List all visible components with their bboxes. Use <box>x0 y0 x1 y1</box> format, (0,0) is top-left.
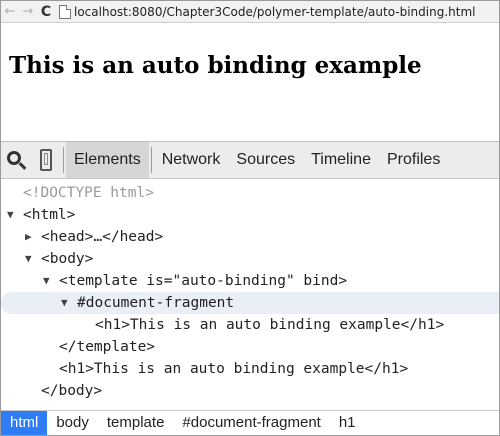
tree-row-html[interactable]: ▼ <html> <box>1 204 499 226</box>
page-viewport: This is an auto binding example <box>1 24 499 141</box>
search-icon[interactable] <box>1 142 31 178</box>
tree-node-label: <head>…</head> <box>41 229 164 245</box>
breadcrumb-document-fragment[interactable]: #document-fragment <box>173 411 329 435</box>
tab-network[interactable]: Network <box>154 142 229 178</box>
tree-node-label: <template is="auto-binding" bind> <box>59 273 348 289</box>
tree-node-label: <h1>This is an auto binding example</h1> <box>59 361 409 377</box>
tree-node-label: </template> <box>59 339 156 355</box>
expanded-triangle-icon[interactable]: ▼ <box>43 270 50 292</box>
tree-row-head[interactable]: ▶ <head>…</head> <box>1 226 499 248</box>
tree-node-label: #document-fragment <box>77 295 235 311</box>
url-field[interactable]: localhost:8080/Chapter3Code/polymer-temp… <box>74 5 475 19</box>
toolbar-divider <box>150 147 152 173</box>
tree-node-label: <body> <box>41 251 94 267</box>
tree-row-doctype[interactable]: <!DOCTYPE html> <box>1 182 499 204</box>
breadcrumb-html[interactable]: html <box>1 411 48 435</box>
tab-timeline[interactable]: Timeline <box>303 142 379 178</box>
tree-node-label: <html> <box>23 207 76 223</box>
tree-row-document-fragment[interactable]: ▼ #document-fragment <box>1 292 499 314</box>
tree-row-h1-inner[interactable]: <h1>This is an auto binding example</h1> <box>1 314 499 336</box>
reload-icon[interactable]: C <box>37 2 55 22</box>
breadcrumb-h1[interactable]: h1 <box>330 411 365 435</box>
breadcrumb: html body template #document-fragment h1 <box>1 410 499 435</box>
forward-arrow-icon[interactable]: → <box>19 2 37 22</box>
tab-elements[interactable]: Elements <box>66 142 149 178</box>
tree-row-body-close[interactable]: </body> <box>1 380 499 402</box>
expanded-triangle-icon[interactable]: ▼ <box>7 204 14 226</box>
address-bar: ← → C localhost:8080/Chapter3Code/polyme… <box>1 1 499 23</box>
tree-node-label: </body> <box>41 383 103 399</box>
expanded-triangle-icon[interactable]: ▼ <box>61 292 68 314</box>
tree-node-label: <h1>This is an auto binding example</h1> <box>95 317 445 333</box>
tree-row-template[interactable]: ▼ <template is="auto-binding" bind> <box>1 270 499 292</box>
breadcrumb-template[interactable]: template <box>98 411 174 435</box>
expanded-triangle-icon[interactable]: ▼ <box>25 248 32 270</box>
device-mode-icon[interactable] <box>31 142 61 178</box>
tab-profiles[interactable]: Profiles <box>379 142 448 178</box>
tree-row-h1[interactable]: <h1>This is an auto binding example</h1> <box>1 358 499 380</box>
tab-sources[interactable]: Sources <box>228 142 303 178</box>
tree-row-template-close[interactable]: </template> <box>1 336 499 358</box>
breadcrumb-body[interactable]: body <box>47 411 98 435</box>
toolbar-divider <box>63 147 64 173</box>
tree-node-label: <!DOCTYPE html> <box>23 185 154 201</box>
devtools-toolbar: Elements Network Sources Timeline Profil… <box>1 141 499 179</box>
back-arrow-icon[interactable]: ← <box>1 2 19 22</box>
page-icon <box>59 4 71 19</box>
tree-row-body[interactable]: ▼ <body> <box>1 248 499 270</box>
page-heading: This is an auto binding example <box>9 52 422 79</box>
elements-tree: <!DOCTYPE html> ▼ <html> ▶ <head>…</head… <box>1 179 499 409</box>
collapsed-triangle-icon[interactable]: ▶ <box>25 226 32 248</box>
